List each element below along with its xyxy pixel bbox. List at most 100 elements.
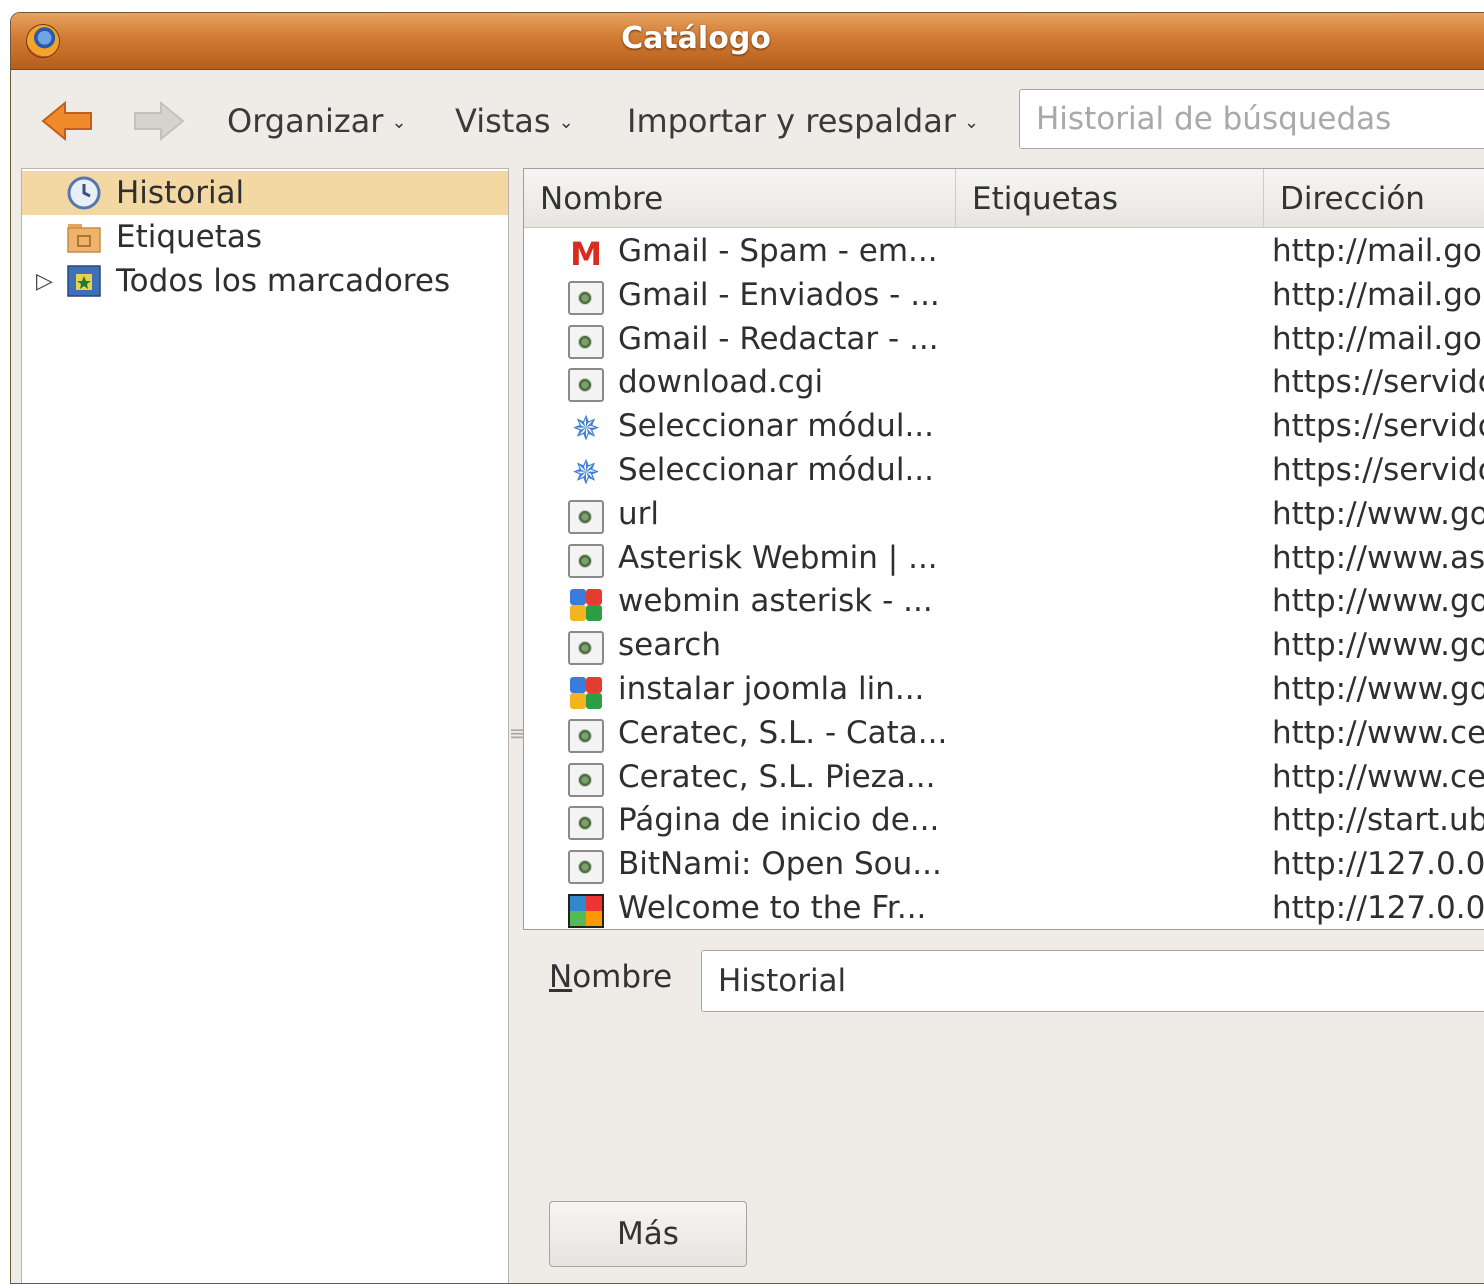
views-menu-button[interactable]: Vistas ⌄	[455, 102, 574, 140]
list-header: Nombre Etiquetas Dirección	[524, 169, 1484, 228]
row-name: Página de inicio de...	[618, 802, 940, 839]
sidebar-item-label: Todos los marcadores	[116, 263, 451, 299]
page-icon	[568, 280, 604, 315]
library-window: Catálogo Organizar ⌄ Vistas ⌄ Importar y…	[10, 12, 1484, 1284]
row-address: http://www.go	[1272, 583, 1484, 620]
puzzle-icon: ✵	[571, 409, 601, 450]
sidebar-item-label: Etiquetas	[116, 219, 263, 255]
column-header-name[interactable]: Nombre	[524, 169, 956, 227]
sidebar-tree: Historial Etiquetas ▷ Todos los marcador…	[21, 168, 509, 1283]
table-row[interactable]: download.cgi https://servido	[524, 362, 1484, 406]
table-row[interactable]: webmin asterisk - ... http://www.go	[524, 581, 1484, 625]
row-name: Gmail - Spam - em...	[618, 233, 938, 269]
page-icon	[568, 368, 604, 403]
sidebar-item-historial[interactable]: Historial	[22, 171, 508, 215]
back-arrow-icon[interactable]	[41, 101, 93, 141]
toolbar: Organizar ⌄ Vistas ⌄ Importar y respalda…	[11, 70, 1484, 166]
row-name: url	[618, 495, 660, 532]
table-row[interactable]: Ceratec, S.L. Pieza... http://www.ce	[524, 757, 1484, 801]
organize-menu-label: Organizar	[227, 102, 384, 140]
detail-name-label-accel: N	[549, 959, 573, 995]
row-address: https://servido	[1272, 452, 1484, 488]
chevron-down-icon: ⌄	[391, 111, 407, 133]
column-header-tags[interactable]: Etiquetas	[956, 169, 1264, 227]
row-name: Seleccionar módul...	[618, 452, 935, 488]
row-address: http://mail.go	[1272, 233, 1482, 269]
gmail-icon: M	[570, 235, 602, 273]
page-icon	[568, 499, 604, 534]
row-address: https://servido	[1272, 408, 1484, 445]
row-name: Gmail - Enviados - ...	[618, 276, 940, 313]
row-name: download.cgi	[618, 364, 824, 401]
row-name: BitNami: Open Sou...	[618, 846, 942, 883]
google-icon	[568, 675, 604, 709]
row-address: http://www.ce	[1272, 758, 1484, 795]
page-icon	[568, 806, 604, 841]
table-row[interactable]: instalar joomla lin... http://www.go	[524, 669, 1484, 713]
row-address: http://127.0.0.	[1272, 890, 1484, 926]
detail-name-label-rest: ombre	[572, 959, 673, 995]
table-row[interactable]: Gmail - Enviados - ... http://mail.go	[524, 275, 1484, 319]
detail-name-label: Nombre	[549, 959, 672, 995]
row-address: http://www.as	[1272, 539, 1484, 576]
sidebar-item-etiquetas[interactable]: Etiquetas	[22, 215, 508, 259]
page-icon	[568, 718, 604, 753]
sidebar-item-todos-los-marcadores[interactable]: ▷ Todos los marcadores	[22, 259, 508, 303]
row-address: http://www.ce	[1272, 714, 1484, 751]
puzzle-icon: ✵	[571, 453, 601, 493]
tag-folder-icon	[67, 224, 101, 253]
page-icon	[568, 324, 604, 359]
title-bar[interactable]: Catálogo	[11, 13, 1484, 70]
views-menu-label: Vistas	[455, 102, 551, 140]
import-backup-menu-label: Importar y respaldar	[627, 102, 956, 140]
clock-icon	[67, 176, 101, 210]
row-address: http://mail.go	[1272, 320, 1482, 357]
detail-name-field[interactable]	[701, 950, 1484, 1012]
column-header-address[interactable]: Dirección	[1264, 169, 1484, 227]
row-address: https://servido	[1272, 364, 1484, 401]
organize-menu-button[interactable]: Organizar ⌄	[227, 102, 407, 140]
table-row[interactable]: ✵ Seleccionar módul... https://servido	[524, 450, 1484, 494]
table-row[interactable]: Asterisk Webmin | ... http://www.as	[524, 538, 1484, 582]
table-row[interactable]: M Gmail - Spam - em... http://mail.go	[524, 231, 1484, 275]
row-name: Seleccionar módul...	[618, 408, 935, 445]
more-button[interactable]: Más	[549, 1201, 747, 1267]
window-title: Catálogo	[621, 21, 771, 56]
table-row[interactable]: Ceratec, S.L. - Cata... http://www.ce	[524, 713, 1484, 757]
row-address: http://www.go	[1272, 627, 1484, 664]
table-row[interactable]: Welcome to the Fr... http://127.0.0.	[524, 888, 1484, 929]
page-icon	[568, 850, 604, 885]
page-icon	[568, 631, 604, 666]
joomla-icon	[568, 894, 604, 928]
row-name: Welcome to the Fr...	[618, 890, 927, 926]
history-list: Nombre Etiquetas Dirección M Gmail - Spam…	[523, 168, 1484, 930]
row-name: Asterisk Webmin | ...	[618, 539, 938, 576]
row-address: http://www.go	[1272, 495, 1484, 532]
row-name: Ceratec, S.L. Pieza...	[618, 758, 936, 795]
page-icon	[568, 762, 604, 797]
row-address: http://start.ub	[1272, 802, 1484, 839]
row-address: http://127.0.0.	[1272, 846, 1484, 883]
row-name: search	[618, 627, 721, 664]
table-row[interactable]: Página de inicio de... http://start.ub	[524, 800, 1484, 844]
table-row[interactable]: Gmail - Redactar - ... http://mail.go	[524, 319, 1484, 363]
google-icon	[568, 587, 604, 622]
table-row[interactable]: BitNami: Open Sou... http://127.0.0.	[524, 844, 1484, 888]
row-address: http://mail.go	[1272, 276, 1482, 313]
row-name: instalar joomla lin...	[618, 671, 925, 707]
table-row[interactable]: ✵ Seleccionar módul... https://servido	[524, 406, 1484, 450]
search-input[interactable]	[1019, 89, 1484, 149]
expander-triangle-icon[interactable]: ▷	[36, 269, 53, 294]
row-address: http://www.go	[1272, 671, 1484, 707]
table-row[interactable]: url http://www.go	[524, 494, 1484, 538]
bookmarks-folder-icon	[67, 265, 101, 297]
chevron-down-icon: ⌄	[558, 111, 574, 133]
table-row[interactable]: search http://www.go	[524, 625, 1484, 669]
row-name: Ceratec, S.L. - Cata...	[618, 714, 948, 751]
row-name: webmin asterisk - ...	[618, 583, 933, 620]
forward-arrow-icon[interactable]	[133, 101, 185, 141]
page-icon	[568, 543, 604, 578]
import-backup-menu-button[interactable]: Importar y respaldar ⌄	[627, 102, 979, 140]
chevron-down-icon: ⌄	[963, 111, 980, 133]
sidebar-item-label: Historial	[116, 175, 245, 211]
